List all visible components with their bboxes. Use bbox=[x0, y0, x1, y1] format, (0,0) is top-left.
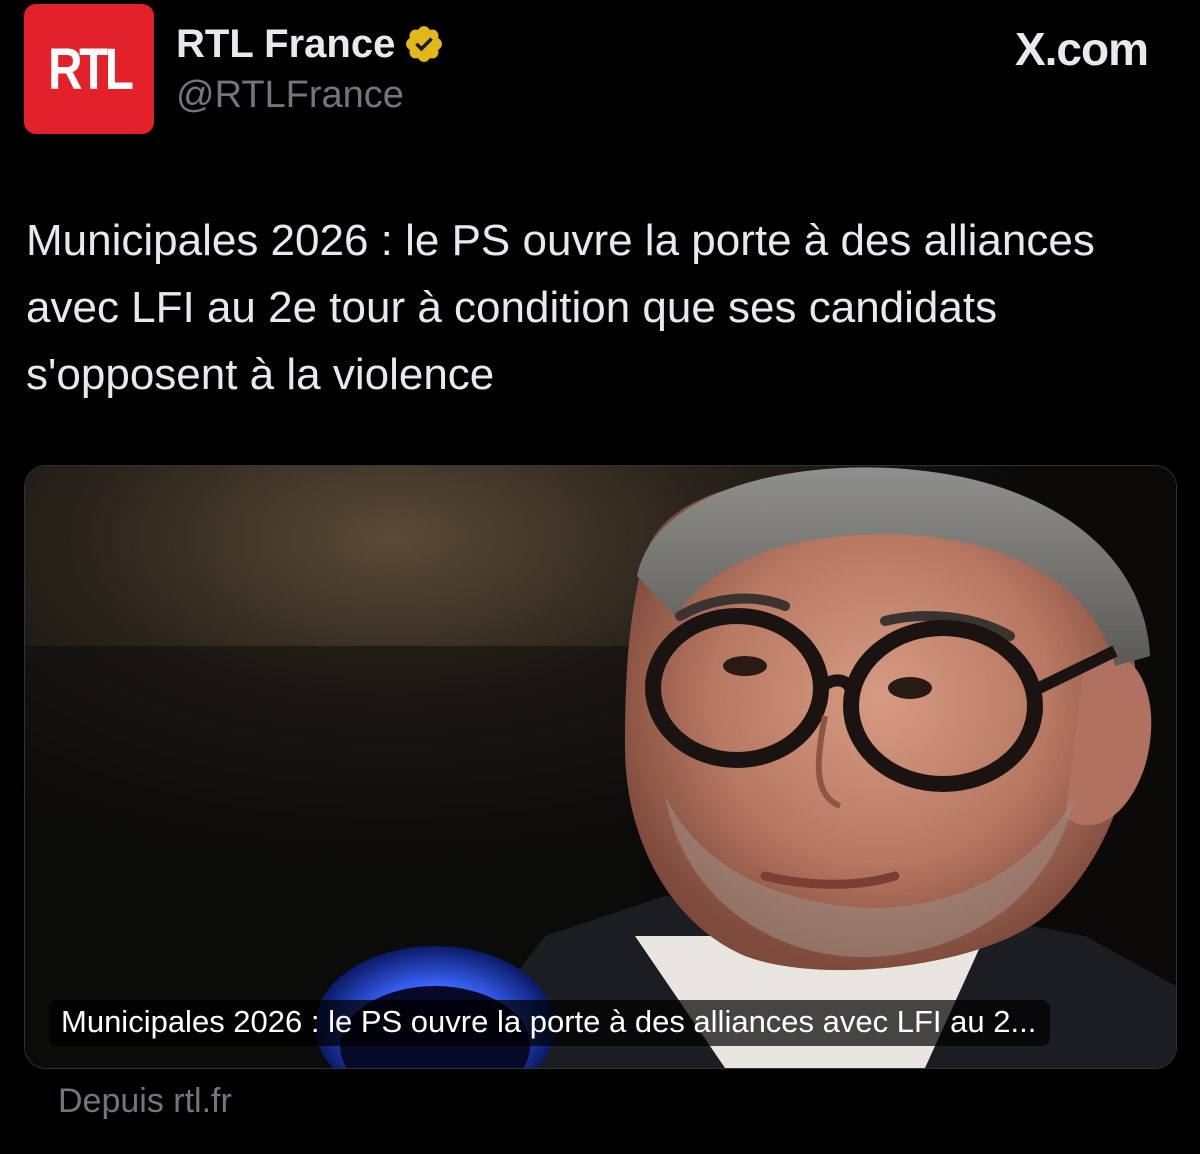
author-block: RTL France @RTLFrance bbox=[176, 20, 445, 117]
display-name-row: RTL France bbox=[176, 20, 445, 68]
x-com-label: X.com bbox=[1014, 23, 1149, 75]
avatar-logo-text: RTL bbox=[47, 36, 134, 102]
avatar[interactable]: RTL bbox=[24, 4, 154, 134]
card-caption[interactable]: Municipales 2026 : le PS ouvre la porte … bbox=[49, 1000, 1051, 1046]
news-photo-icon bbox=[25, 466, 1176, 1068]
tweet-text: Municipales 2026 : le PS ouvre la porte … bbox=[26, 216, 1095, 399]
card-source[interactable]: Depuis rtl.fr bbox=[58, 1082, 232, 1121]
display-name[interactable]: RTL France bbox=[176, 22, 395, 67]
link-card[interactable]: Municipales 2026 : le PS ouvre la porte … bbox=[24, 465, 1177, 1069]
tweet-header: RTL RTL France @RTLFrance X.com bbox=[24, 4, 1176, 134]
handle[interactable]: @RTLFrance bbox=[176, 74, 445, 117]
verified-badge-icon bbox=[403, 23, 445, 65]
